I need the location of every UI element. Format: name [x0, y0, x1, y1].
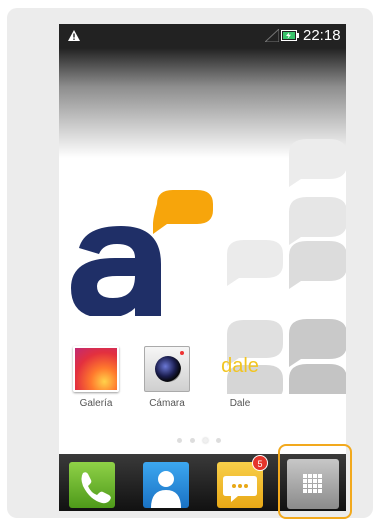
warning-icon — [68, 30, 80, 41]
phone-screen: 22:18 Galería Cámara dale Dale 5 — [59, 24, 346, 511]
camera-icon — [144, 346, 190, 392]
dale-wordmark: dale — [221, 355, 259, 377]
app-dale-label: Dale — [229, 398, 251, 409]
page-indicator — [177, 438, 241, 461]
gallery-icon — [73, 346, 119, 392]
messages-button[interactable]: 5 — [217, 455, 268, 508]
battery-charging-icon — [281, 30, 299, 41]
app-gallery[interactable]: Galería — [67, 346, 125, 409]
page-dot-current — [203, 438, 208, 443]
app-drawer-highlight — [278, 444, 352, 519]
no-signal-icon — [265, 29, 279, 42]
page-dot — [177, 438, 182, 443]
phone-icon — [81, 472, 111, 504]
clock: 22:18 — [303, 27, 341, 44]
brand-logo — [71, 190, 213, 316]
app-dale[interactable]: dale Dale — [211, 346, 269, 409]
contacts-button[interactable] — [143, 462, 189, 508]
app-camera-label: Cámara — [149, 398, 185, 409]
page-dot — [216, 438, 221, 443]
page-dot — [190, 438, 195, 443]
unread-badge: 5 — [252, 455, 268, 471]
contacts-icon — [151, 471, 181, 508]
app-gallery-label: Galería — [79, 398, 113, 409]
dale-icon: dale — [217, 346, 263, 392]
app-camera[interactable]: Cámara — [138, 346, 196, 409]
phone-button[interactable] — [69, 462, 115, 508]
status-bar: 22:18 — [59, 24, 346, 48]
